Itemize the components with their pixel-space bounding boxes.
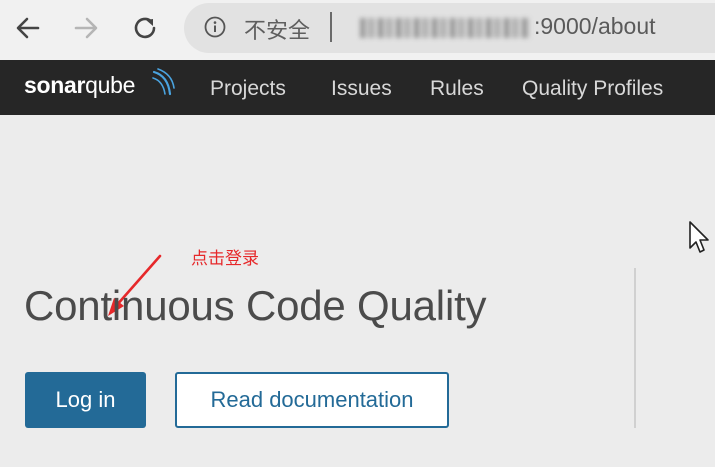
mouse-cursor-icon — [689, 221, 709, 253]
page-title: Continuous Code Quality — [24, 282, 487, 329]
login-button[interactable]: Log in — [25, 372, 146, 428]
vertical-divider — [634, 268, 636, 428]
read-documentation-button[interactable]: Read documentation — [175, 372, 449, 428]
